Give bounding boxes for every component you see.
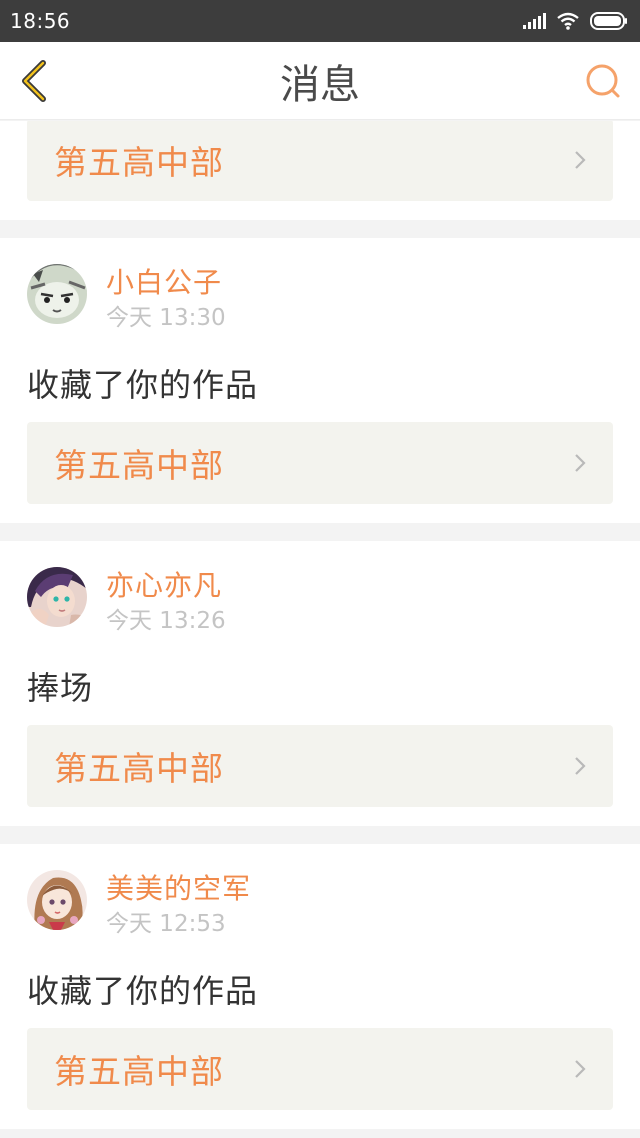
timestamp: 今天 13:30 [106, 305, 226, 331]
message-text: 捧场 [27, 669, 94, 707]
top-navigation-bar: 消息 [0, 42, 640, 120]
work-title: 第五高中部 [54, 1052, 224, 1091]
message-text: 收藏了你的作品 [27, 972, 259, 1010]
work-title: 第五高中部 [54, 446, 224, 485]
timestamp: 今天 12:53 [106, 911, 226, 937]
work-link[interactable]: 第五高中部 [27, 1028, 613, 1110]
username[interactable]: 美美的空军 [106, 871, 251, 907]
message-user-row[interactable]: 美美的空军 今天 12:53 [27, 870, 251, 939]
search-button[interactable] [584, 62, 624, 102]
chevron-right-icon [575, 757, 586, 775]
chevron-right-icon [575, 151, 586, 169]
avatar[interactable] [27, 567, 87, 627]
message-card: 美美的空军 今天 12:53 收藏了你的作品 第五高中部 [0, 844, 640, 1129]
anime-girl-avatar-icon [27, 870, 87, 930]
message-card: 亦心亦凡 今天 13:26 捧场 第五高中部 [0, 541, 640, 826]
search-icon [586, 64, 620, 98]
work-title: 第五高中部 [54, 143, 224, 182]
message-text: 收藏了你的作品 [27, 366, 259, 404]
battery-icon [590, 12, 627, 30]
work-link[interactable]: 第五高中部 [27, 725, 613, 807]
user-meta: 美美的空军 今天 12:53 [106, 871, 251, 939]
avatar[interactable] [27, 264, 87, 324]
cat-avatar-icon [27, 264, 87, 324]
message-user-row[interactable]: 亦心亦凡 今天 13:26 [27, 567, 226, 636]
username[interactable]: 小白公子 [106, 265, 226, 301]
message-list[interactable]: 第五高中部 小白公子 今天 13:30 收藏了你的作品 第五高中部 亦心亦凡 今… [0, 121, 640, 1138]
user-meta: 小白公子 今天 13:30 [106, 265, 226, 333]
work-title: 第五高中部 [54, 749, 224, 788]
page-title: 消息 [280, 62, 360, 108]
user-meta: 亦心亦凡 今天 13:26 [106, 568, 226, 636]
chevron-right-icon [575, 1060, 586, 1078]
wifi-icon [557, 12, 579, 30]
chevron-right-icon [575, 454, 586, 472]
girl-avatar-icon [27, 567, 87, 627]
system-icons [523, 12, 628, 30]
signal-icon [523, 13, 546, 29]
work-link[interactable]: 第五高中部 [27, 422, 613, 504]
work-link[interactable]: 第五高中部 [27, 121, 613, 201]
status-bar: 18:56 [0, 0, 640, 42]
message-card: 第五高中部 [0, 121, 640, 220]
message-user-row[interactable]: 小白公子 今天 13:30 [27, 264, 226, 333]
message-card: 小白公子 今天 13:30 收藏了你的作品 第五高中部 [0, 238, 640, 523]
timestamp: 今天 13:26 [106, 608, 226, 634]
status-time: 18:56 [10, 9, 71, 33]
avatar[interactable] [27, 870, 87, 930]
username[interactable]: 亦心亦凡 [106, 568, 226, 604]
